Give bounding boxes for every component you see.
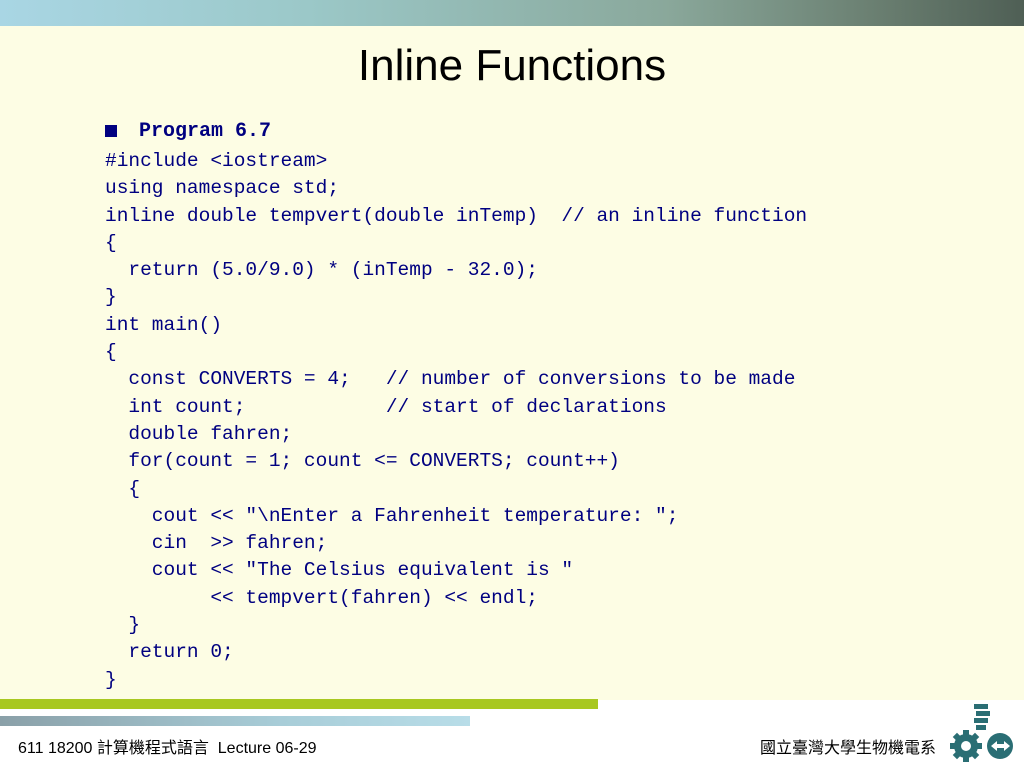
footer-blue-bar [0,716,470,726]
code-line: << tempvert(fahren) << endl; [105,586,538,609]
slide-title: Inline Functions [357,41,667,90]
code-line: } [105,614,141,637]
code-line: { [105,341,117,364]
code-line: const CONVERTS = 4; // number of convers… [105,368,796,391]
code-line: cout << "\nEnter a Fahrenheit temperatur… [105,504,679,527]
code-line: #include <iostream> [105,150,328,172]
code-line: int main() [105,313,223,336]
department-logo-icon [950,704,1013,762]
code-line: { [105,231,117,254]
code-block: Program 6.7 #include <iostream> using na… [105,118,1005,694]
code-line: return 0; [105,641,234,664]
code-line: for(count = 1; count <= CONVERTS; count+… [105,450,620,473]
code-line: cout << "The Celsius equivalent is " [105,559,574,582]
code-line: } [105,286,117,309]
program-label: Program 6.7 [139,120,272,143]
footer-green-bar [0,699,598,709]
code-line: double fahren; [105,422,293,445]
code-line: int count; // start of declarations [105,395,667,418]
square-bullet-icon [105,125,117,137]
course-footer: 611 18200 計算機程式語言 Lecture 06-29 [18,740,317,757]
code-line: using namespace std; [105,177,340,200]
code-line: } [105,668,117,691]
code-line: return (5.0/9.0) * (inTemp - 32.0); [105,259,538,282]
code-line: inline double tempvert(double inTemp) //… [105,204,808,227]
code-line: { [105,477,141,500]
code-line: cin >> fahren; [105,532,328,555]
top-gradient-bar [0,0,1024,26]
program-heading: Program 6.7 [105,118,1005,148]
department-footer: 國立臺灣大學生物機電系 [759,738,936,757]
